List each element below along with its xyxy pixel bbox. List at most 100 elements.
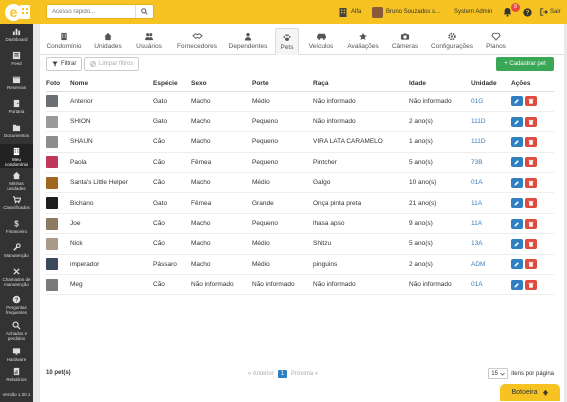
diamond-icon — [491, 32, 501, 41]
edit-button[interactable] — [511, 157, 523, 168]
tab-planos[interactable]: Planos — [482, 28, 510, 54]
condo-selector[interactable]: Alfa — [338, 0, 361, 24]
delete-button[interactable] — [525, 116, 537, 127]
per-page-select[interactable]: 15 — [488, 368, 509, 379]
search-input[interactable] — [47, 5, 135, 18]
user-menu[interactable]: Bruno Souzados s... — [372, 0, 440, 24]
delete-button[interactable] — [525, 238, 537, 249]
pet-photo[interactable] — [46, 217, 58, 230]
sidebar-item-achados[interactable]: Achados e perdidos — [0, 318, 33, 344]
tab-fornecedores[interactable]: Fornecedores — [174, 28, 220, 54]
cell-sexo: Macho — [191, 254, 252, 276]
sidebar-item-financeiro[interactable]: $ Financeiro — [0, 216, 33, 240]
sidebar-item-meu-condominio[interactable]: Meu condomínio — [0, 144, 33, 168]
delete-button[interactable] — [525, 198, 537, 209]
delete-button[interactable] — [525, 218, 537, 229]
cell-idade: 21 ano(s) — [409, 192, 471, 214]
unit-link[interactable]: 11A — [471, 213, 511, 235]
sidebar-item-hardware[interactable]: Hardware — [0, 344, 33, 364]
edit-button[interactable] — [511, 238, 523, 249]
sidebar-item-relatorios[interactable]: Relatórios — [0, 364, 33, 384]
filter-button[interactable]: Filtrar — [46, 57, 83, 71]
tab-usuarios[interactable]: Usuários — [132, 28, 166, 54]
camera-icon — [400, 33, 410, 40]
actions-cell — [511, 213, 554, 235]
delete-button[interactable] — [525, 177, 537, 188]
sidebar-item-classificados[interactable]: Classificados — [0, 192, 33, 216]
delete-button[interactable] — [525, 136, 537, 147]
cell-raca: Shitzu — [313, 233, 409, 255]
edit-button[interactable] — [511, 96, 523, 107]
calendar-icon — [12, 76, 21, 84]
sidebar-item-dashboard[interactable]: Dashboard — [0, 24, 33, 48]
sidebar-item-faq[interactable]: ? Perguntas frequentes — [0, 292, 33, 318]
tab-pets[interactable]: Pets — [275, 28, 299, 55]
logout-button[interactable]: Sair — [540, 0, 561, 24]
cell-nome: Joe — [70, 213, 153, 235]
app-logo[interactable]: e — [5, 3, 31, 21]
unit-link[interactable]: 13A — [471, 233, 511, 255]
unit-link[interactable]: 01A — [471, 274, 511, 296]
sidebar-item-reservas[interactable]: Reservas — [0, 72, 33, 96]
pet-photo[interactable] — [46, 237, 58, 250]
edit-button[interactable] — [511, 136, 523, 147]
pet-photo[interactable] — [46, 197, 58, 210]
unit-link[interactable]: ADM — [471, 254, 511, 276]
delete-button[interactable] — [525, 157, 537, 168]
cell-porte: Pequeno — [252, 152, 313, 174]
cell-sexo: Macho — [191, 213, 252, 235]
cell-nome: SHION — [70, 111, 153, 133]
search-button[interactable] — [135, 5, 153, 18]
edit-button[interactable] — [511, 259, 523, 270]
clear-filters-button[interactable]: Limpar filtros — [84, 57, 140, 71]
cell-nome: Antenor — [70, 91, 153, 112]
current-page[interactable]: 1 — [277, 370, 288, 378]
tab-cameras[interactable]: Câmeras — [390, 28, 420, 54]
pet-photo[interactable] — [46, 95, 58, 108]
edit-button[interactable] — [511, 177, 523, 188]
unit-link[interactable]: 111D — [471, 111, 511, 133]
delete-button[interactable] — [525, 279, 537, 290]
sidebar-item-label: Meu condomínio — [4, 157, 29, 167]
pet-photo[interactable] — [46, 176, 58, 189]
help-button[interactable]: ? — [523, 0, 532, 24]
cell-sexo: Fêmea — [191, 192, 252, 214]
pet-photo[interactable] — [46, 115, 58, 128]
sidebar-item-chamados[interactable]: Chamados de manutenção — [0, 264, 33, 292]
prev-page-button[interactable]: « Anterior — [248, 371, 274, 377]
unit-link[interactable]: 01G — [471, 91, 511, 112]
tab-unidades[interactable]: Unidades — [90, 28, 126, 54]
botoeira-button[interactable]: Botoeira — [500, 384, 560, 401]
unit-link[interactable]: 01A — [471, 172, 511, 194]
sidebar-item-documentos[interactable]: Documentos — [0, 120, 33, 144]
pet-photo[interactable] — [46, 258, 58, 271]
edit-button[interactable] — [511, 116, 523, 127]
sidebar-item-manutencao[interactable]: Manutenção — [0, 240, 33, 264]
next-page-button[interactable]: Próxima » — [291, 371, 318, 377]
add-pet-button[interactable]: + Cadastrar pet — [496, 57, 554, 71]
cell-especie: Cão — [153, 172, 191, 194]
tab-condominio[interactable]: Condomínio — [44, 28, 84, 54]
sidebar-item-feed[interactable]: Feed — [0, 48, 33, 72]
unit-link[interactable]: 73B — [471, 152, 511, 174]
edit-button[interactable] — [511, 218, 523, 229]
delete-button[interactable] — [525, 96, 537, 107]
edit-button[interactable] — [511, 198, 523, 209]
pet-photo[interactable] — [46, 278, 58, 291]
unit-link[interactable]: 11A — [471, 192, 511, 214]
tab-veiculos[interactable]: Veículos — [306, 28, 336, 54]
delete-button[interactable] — [525, 259, 537, 270]
tab-configuracoes[interactable]: Configurações — [429, 28, 475, 54]
table-row: Meg Cão Não informado Não informado Não info… — [46, 274, 554, 296]
sidebar-item-portaria[interactable]: Portaria — [0, 96, 33, 120]
notifications-button[interactable]: 8 — [503, 0, 520, 24]
edit-button[interactable] — [511, 279, 523, 290]
tab-dependentes[interactable]: Dependentes — [226, 28, 270, 54]
sidebar-item-minhas-unidades[interactable]: Minhas unidades — [0, 168, 33, 192]
unit-link[interactable]: 111D — [471, 131, 511, 153]
pet-photo[interactable] — [46, 135, 58, 148]
tab-avaliacoes[interactable]: Avaliações — [344, 28, 382, 54]
sidebar-item-label: Perguntas frequentes — [5, 305, 28, 315]
pet-photo[interactable] — [46, 156, 58, 169]
cell-especie: Cão — [153, 131, 191, 153]
